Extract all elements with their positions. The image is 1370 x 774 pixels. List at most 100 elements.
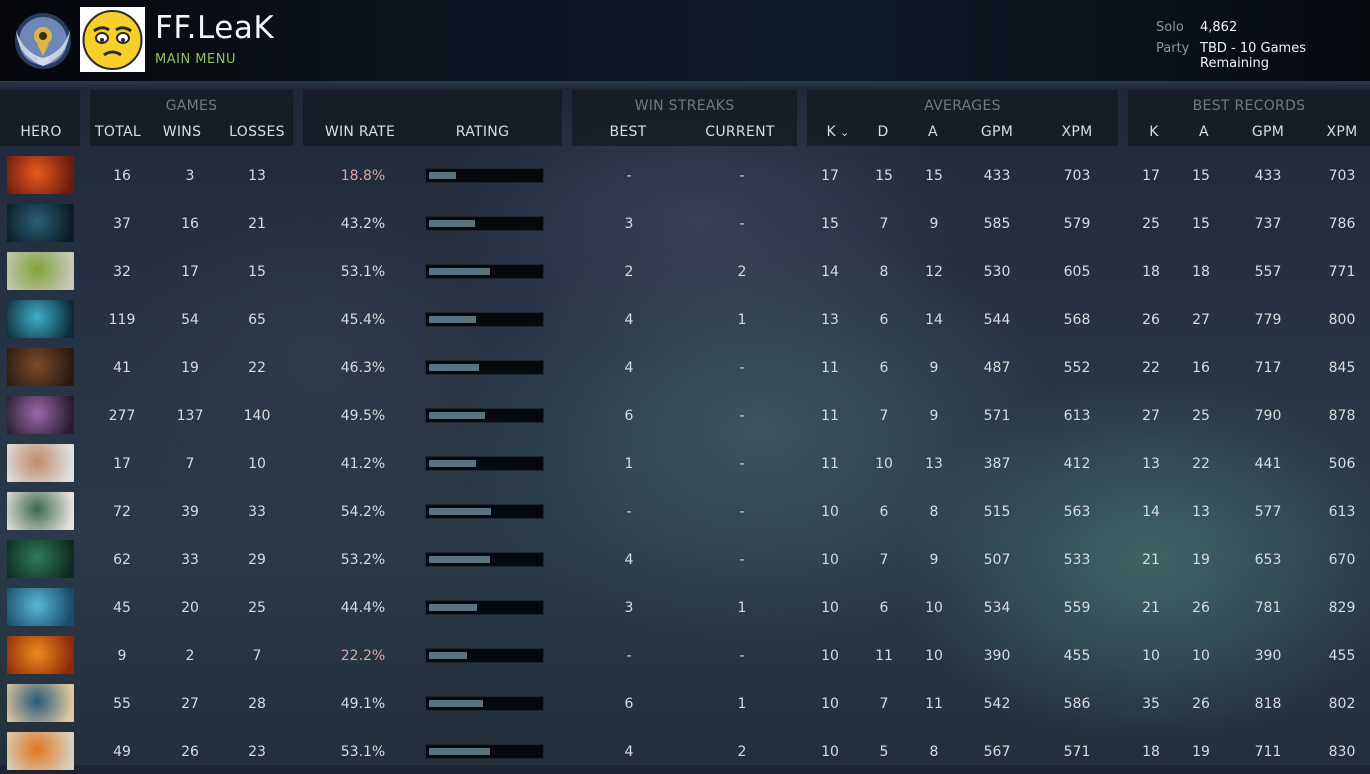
- cell-ba: 19: [1192, 744, 1210, 760]
- cell-win-rate: 41.2%: [340, 456, 386, 472]
- col-win-rate[interactable]: WIN RATE: [315, 124, 405, 140]
- cell-a: 9: [929, 216, 939, 232]
- rating-bar: [425, 360, 544, 375]
- cell-k: 10: [821, 552, 839, 568]
- cell-gpm: 534: [983, 600, 1011, 616]
- cell-losses: 29: [248, 552, 266, 568]
- cell-bgpm: 779: [1254, 312, 1282, 328]
- hero-portrait-viper[interactable]: [7, 540, 74, 578]
- cell-best: 4: [624, 360, 634, 376]
- cell-bgpm: 441: [1254, 456, 1282, 472]
- rating-bar: [425, 312, 544, 327]
- rating-bar: [425, 696, 544, 711]
- table-row[interactable]: 49 26 23 53.1% 4 2 10 5 8 567 571 18 19 711 830: [0, 726, 1370, 774]
- table-row[interactable]: 17 7 10 41.2% 1 - 11 10 13 387 412 13 22 441 506: [0, 438, 1370, 486]
- table-row[interactable]: 62 33 29 53.2% 4 - 10 7 9 507 533 21 19 653 670: [0, 534, 1370, 582]
- cell-current: -: [739, 552, 745, 568]
- col-avg-k[interactable]: K ⌄: [818, 124, 858, 140]
- player-avatar[interactable]: [80, 7, 145, 72]
- rating-bar: [425, 600, 544, 615]
- cell-total: 49: [113, 744, 131, 760]
- rank-medal-icon: [15, 13, 71, 69]
- sort-descending-icon: ⌄: [839, 126, 850, 139]
- col-hero[interactable]: HERO: [0, 124, 82, 140]
- cell-xpm: 613: [1063, 408, 1091, 424]
- hero-portrait-venomancer[interactable]: [7, 252, 74, 290]
- col-best-a[interactable]: A: [1187, 124, 1221, 140]
- cell-gpm: 567: [983, 744, 1011, 760]
- cell-ba: 13: [1192, 504, 1210, 520]
- cell-wins: 7: [185, 456, 195, 472]
- hero-portrait-templar-assassin[interactable]: [7, 396, 74, 434]
- table-row[interactable]: 55 27 28 49.1% 6 1 10 7 11 542 586 35 26 818 802: [0, 678, 1370, 726]
- cell-current: 1: [737, 696, 747, 712]
- table-row[interactable]: 16 3 13 18.8% - - 17 15 15 433 703 17 15 433 703: [0, 150, 1370, 198]
- cell-win-rate: 45.4%: [340, 312, 386, 328]
- col-avg-xpm[interactable]: XPM: [1052, 124, 1102, 140]
- table-row[interactable]: 72 39 33 54.2% - - 10 6 8 515 563 14 13 577 613: [0, 486, 1370, 534]
- profile-header: FF.LeaK MAIN MENU Solo 4,862 Party TBD -…: [0, 0, 1370, 81]
- hero-portrait-clinkz[interactable]: [7, 732, 74, 770]
- cell-bk: 21: [1142, 600, 1160, 616]
- col-avg-d[interactable]: D: [868, 124, 898, 140]
- cell-gpm: 585: [983, 216, 1011, 232]
- cell-d: 7: [879, 216, 889, 232]
- hero-portrait-lina[interactable]: [7, 156, 74, 194]
- col-best-xpm[interactable]: XPM: [1317, 124, 1367, 140]
- cell-bxpm: 845: [1328, 360, 1356, 376]
- hero-portrait-tusk[interactable]: [7, 444, 74, 482]
- cell-ba: 18: [1192, 264, 1210, 280]
- col-best-gpm[interactable]: GPM: [1243, 124, 1293, 140]
- hero-portrait-phoenix[interactable]: [7, 636, 74, 674]
- cell-losses: 13: [248, 168, 266, 184]
- cell-bxpm: 771: [1328, 264, 1356, 280]
- main-menu-link[interactable]: MAIN MENU: [155, 52, 236, 67]
- col-avg-a[interactable]: A: [918, 124, 948, 140]
- col-losses[interactable]: LOSSES: [222, 124, 292, 140]
- col-best-k[interactable]: K: [1137, 124, 1171, 140]
- cell-xpm: 412: [1063, 456, 1091, 472]
- table-row[interactable]: 119 54 65 45.4% 4 1 13 6 14 544 568 26 27 779 800: [0, 294, 1370, 342]
- cell-total: 72: [113, 504, 131, 520]
- col-streak-best[interactable]: BEST: [593, 124, 663, 140]
- hero-portrait-morphling[interactable]: [7, 300, 74, 338]
- hero-portrait-slark[interactable]: [7, 684, 74, 722]
- col-total[interactable]: TOTAL: [88, 124, 148, 140]
- rating-bar-fill: [429, 316, 476, 323]
- cell-current: 1: [737, 600, 747, 616]
- hero-portrait-earthshaker[interactable]: [7, 492, 74, 530]
- cell-d: 7: [879, 552, 889, 568]
- hero-portrait-puck[interactable]: [7, 588, 74, 626]
- cell-total: 277: [108, 408, 136, 424]
- rating-bar: [425, 456, 544, 471]
- table-row[interactable]: 41 19 22 46.3% 4 - 11 6 9 487 552 22 16 717 845: [0, 342, 1370, 390]
- cell-bgpm: 711: [1254, 744, 1282, 760]
- cell-win-rate: 46.3%: [340, 360, 386, 376]
- cell-bxpm: 802: [1328, 696, 1356, 712]
- table-row[interactable]: 277 137 140 49.5% 6 - 11 7 9 571 613 27 25 790 878: [0, 390, 1370, 438]
- cell-ba: 10: [1192, 648, 1210, 664]
- table-row[interactable]: 37 16 21 43.2% 3 - 15 7 9 585 579 25 15 737 786: [0, 198, 1370, 246]
- cell-best: -: [626, 504, 632, 520]
- cell-current: -: [739, 648, 745, 664]
- col-streak-current[interactable]: CURRENT: [695, 124, 785, 140]
- cell-bgpm: 737: [1254, 216, 1282, 232]
- cell-bgpm: 577: [1254, 504, 1282, 520]
- cell-bxpm: 829: [1328, 600, 1356, 616]
- col-wins[interactable]: WINS: [152, 124, 212, 140]
- cell-d: 8: [879, 264, 889, 280]
- col-avg-gpm[interactable]: GPM: [972, 124, 1022, 140]
- cell-win-rate: 44.4%: [340, 600, 386, 616]
- table-row[interactable]: 9 2 7 22.2% - - 10 11 10 390 455 10 10 390 455: [0, 630, 1370, 678]
- hero-portrait-phantom-assassin[interactable]: [7, 204, 74, 242]
- table-row[interactable]: 32 17 15 53.1% 2 2 14 8 12 530 605 18 18 557 771: [0, 246, 1370, 294]
- cell-a: 8: [929, 744, 939, 760]
- cell-current: -: [739, 504, 745, 520]
- table-row[interactable]: 45 20 25 44.4% 3 1 10 6 10 534 559 21 26 781 829: [0, 582, 1370, 630]
- cell-bxpm: 670: [1328, 552, 1356, 568]
- cell-wins: 20: [181, 600, 199, 616]
- cell-d: 11: [875, 648, 893, 664]
- hero-portrait-ursa[interactable]: [7, 348, 74, 386]
- cell-current: 2: [737, 744, 747, 760]
- col-rating[interactable]: RATING: [435, 124, 530, 140]
